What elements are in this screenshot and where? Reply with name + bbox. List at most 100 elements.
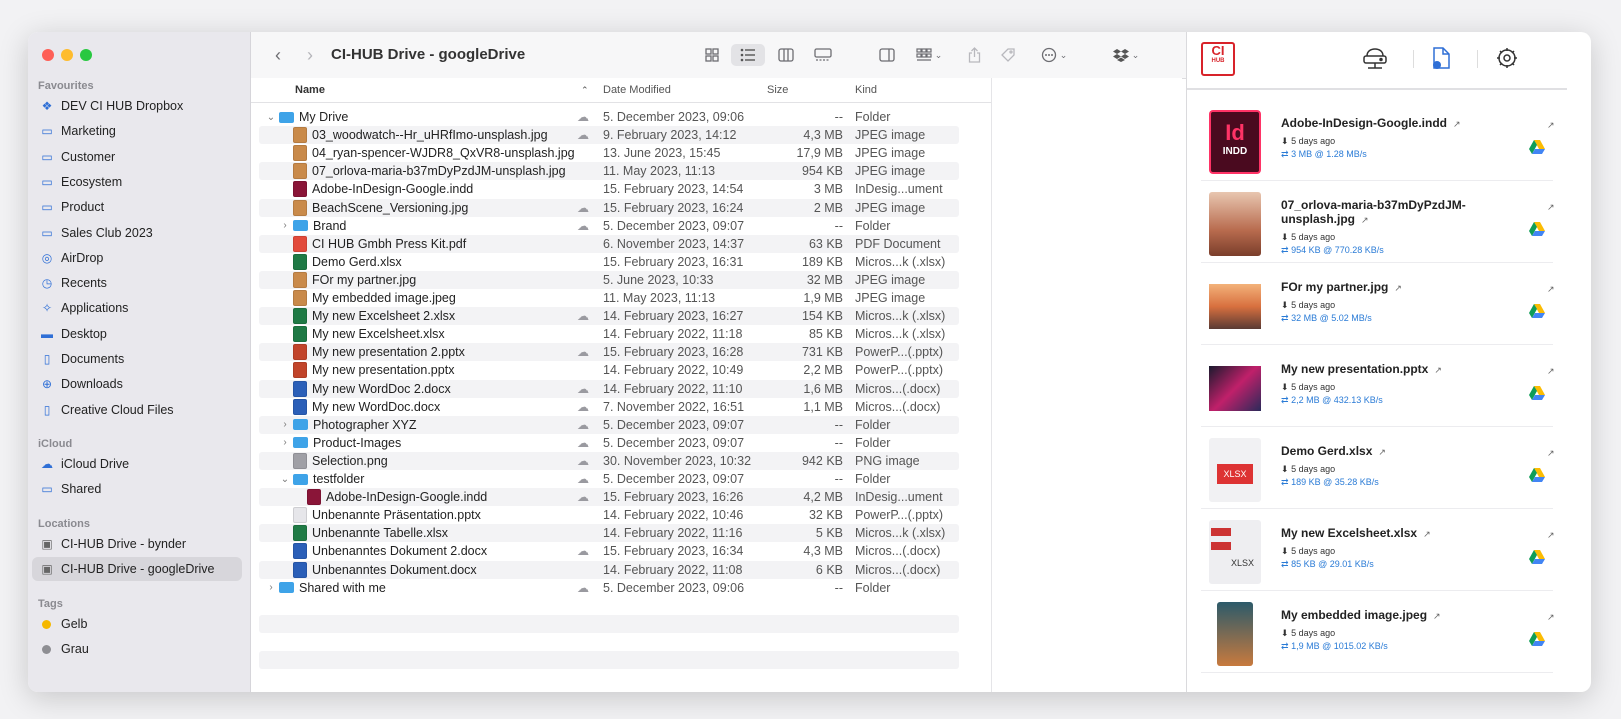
sidebar-item-customer[interactable]: ▭ Customer <box>32 145 242 169</box>
zoom-button[interactable] <box>80 49 92 61</box>
settings-button[interactable] <box>1493 44 1521 72</box>
table-row[interactable]: Unbenanntes Dokument.docx 14. February 2… <box>259 560 959 579</box>
sidebar-item-product[interactable]: ▭ Product <box>32 195 242 219</box>
external-link-icon[interactable]: ↗ <box>1547 612 1555 623</box>
chevron-down-icon[interactable]: ⌄ <box>265 112 277 123</box>
table-row[interactable]: CI HUB Gmbh Press Kit.pdf 6. November 20… <box>259 234 959 253</box>
google-drive-icon[interactable] <box>1529 550 1545 564</box>
minimize-button[interactable] <box>61 49 73 61</box>
external-link-icon[interactable]: ↗ <box>1547 530 1555 541</box>
asset-card[interactable]: FOr my partner.jpg ↗ ⬇ 5 days ago ⇄ 32 MB… <box>1201 266 1555 345</box>
table-row[interactable]: 03_woodwatch--Hr_uHRfImo-unsplash.jpg ☁ … <box>259 126 959 145</box>
sidebar-item-dev-ci-hub-dropbox[interactable]: ❖ DEV CI HUB Dropbox <box>32 94 242 118</box>
cloud-download-icon[interactable]: ☁ <box>577 418 589 432</box>
table-row[interactable]: My new WordDoc 2.docx ☁ 14. February 202… <box>259 379 959 398</box>
table-row[interactable]: My new presentation 2.pptx ☁ 15. Februar… <box>259 343 959 362</box>
external-link-icon[interactable]: ↗ <box>1394 283 1402 293</box>
google-drive-icon[interactable] <box>1529 468 1545 482</box>
column-kind-header[interactable]: Kind <box>855 84 877 96</box>
cloud-download-icon[interactable]: ☁ <box>577 472 589 486</box>
asset-title[interactable]: Adobe-InDesign-Google.indd ↗ <box>1281 116 1486 131</box>
forward-button[interactable]: › <box>299 44 321 66</box>
icon-view-button[interactable] <box>699 44 725 66</box>
asset-card[interactable]: My embedded image.jpeg ↗ ⬇ 5 days ago ⇄ 1… <box>1201 594 1555 673</box>
cloud-download-icon[interactable]: ☁ <box>577 219 589 233</box>
table-row[interactable]: Demo Gerd.xlsx 15. February 2023, 16:31 … <box>259 253 959 271</box>
cloud-download-icon[interactable]: ☁ <box>577 544 589 558</box>
cloud-download-icon[interactable]: ☁ <box>577 581 589 595</box>
asset-thumbnail[interactable]: XLSX <box>1209 520 1261 584</box>
sidebar-item-marketing[interactable]: ▭ Marketing <box>32 119 242 143</box>
table-row[interactable]: Unbenanntes Dokument 2.docx ☁ 15. Februa… <box>259 542 959 560</box>
asset-title[interactable]: 07_orlova-maria-b37mDyPzdJM-unsplash.jpg… <box>1281 198 1486 227</box>
sidebar-item-shared[interactable]: ▭ Shared <box>32 477 242 501</box>
sidebar-toggle-button[interactable] <box>875 44 899 66</box>
asset-title[interactable]: FOr my partner.jpg ↗ <box>1281 280 1486 295</box>
asset-card[interactable]: 07_orlova-maria-b37mDyPzdJM-unsplash.jpg… <box>1201 184 1555 263</box>
table-row[interactable]: › Shared with me ☁ 5. December 2023, 09:… <box>259 579 959 597</box>
google-drive-icon[interactable] <box>1529 140 1545 154</box>
sidebar-tag-grau[interactable]: Grau <box>32 637 242 661</box>
asset-thumbnail[interactable] <box>1209 274 1261 338</box>
close-button[interactable] <box>42 49 54 61</box>
table-row[interactable]: › Photographer XYZ ☁ 5. December 2023, 0… <box>259 415 959 434</box>
sidebar-item-recents[interactable]: ◷ Recents <box>32 271 242 295</box>
gallery-view-button[interactable] <box>809 44 837 66</box>
sidebar-item-applications[interactable]: ✧ Applications <box>32 296 242 320</box>
cloud-download-icon[interactable]: ☁ <box>577 454 589 468</box>
table-row[interactable]: ⌄ testfolder ☁ 5. December 2023, 09:07 -… <box>259 470 959 488</box>
chevron-right-icon[interactable]: › <box>279 437 291 448</box>
asset-thumbnail[interactable] <box>1209 356 1261 420</box>
table-row[interactable]: Adobe-InDesign-Google.indd 15. February … <box>259 180 959 198</box>
asset-title[interactable]: My new Excelsheet.xlsx ↗ <box>1281 526 1486 541</box>
external-link-icon[interactable]: ↗ <box>1547 120 1555 131</box>
asset-thumbnail[interactable]: Id INDD <box>1209 110 1261 174</box>
table-row[interactable]: Unbenannte Tabelle.xlsx 14. February 202… <box>259 524 959 543</box>
asset-card[interactable]: My new presentation.pptx ↗ ⬇ 5 days ago ⇄… <box>1201 348 1555 427</box>
table-row[interactable]: Selection.png ☁ 30. November 2023, 10:32… <box>259 451 959 470</box>
files-button[interactable] <box>1427 44 1455 72</box>
asset-title[interactable]: My embedded image.jpeg ↗ <box>1281 608 1486 623</box>
table-row[interactable]: My embedded image.jpeg 11. May 2023, 11:… <box>259 289 959 307</box>
external-link-icon[interactable]: ↗ <box>1378 447 1386 457</box>
sidebar-item-documents[interactable]: ▯ Documents <box>32 347 242 371</box>
asset-card[interactable]: XLSX Demo Gerd.xlsx ↗ ⬇ 5 days ago ⇄ 189 … <box>1201 430 1555 509</box>
external-link-icon[interactable]: ↗ <box>1547 448 1555 459</box>
google-drive-icon[interactable] <box>1529 386 1545 400</box>
sidebar-item-creative-cloud-files[interactable]: ▯ Creative Cloud Files <box>32 398 242 422</box>
column-date-header[interactable]: Date Modified <box>603 84 671 96</box>
asset-title[interactable]: My new presentation.pptx ↗ <box>1281 362 1486 377</box>
external-link-icon[interactable]: ↗ <box>1423 529 1431 539</box>
asset-thumbnail[interactable]: XLSX <box>1209 438 1261 502</box>
table-row[interactable]: BeachScene_Versioning.jpg ☁ 15. February… <box>259 198 959 217</box>
external-link-icon[interactable]: ↗ <box>1547 202 1555 213</box>
back-button[interactable]: ‹ <box>267 44 289 66</box>
share-button[interactable] <box>963 44 985 66</box>
more-actions-button[interactable]: ⌄ <box>1037 44 1071 66</box>
list-view-button[interactable] <box>731 44 765 66</box>
cloud-download-icon[interactable]: ☁ <box>577 382 589 396</box>
google-drive-icon[interactable] <box>1529 304 1545 318</box>
external-link-icon[interactable]: ↗ <box>1361 215 1369 225</box>
external-link-icon[interactable]: ↗ <box>1434 365 1442 375</box>
table-row[interactable]: Adobe-InDesign-Google.indd ☁ 15. Februar… <box>259 488 959 507</box>
google-drive-icon[interactable] <box>1529 632 1545 646</box>
table-row[interactable]: My new Excelsheet 2.xlsx ☁ 14. February … <box>259 307 959 326</box>
table-row[interactable]: FOr my partner.jpg 5. June 2023, 10:33 3… <box>259 270 959 289</box>
sidebar-item-ci-hub-drive-googledrive[interactable]: ▣ CI-HUB Drive - googleDrive <box>32 557 242 582</box>
sidebar-item-icloud-drive[interactable]: ☁ iCloud Drive <box>32 452 242 476</box>
table-row[interactable]: My new WordDoc.docx ☁ 7. November 2022, … <box>259 398 959 416</box>
tag-button[interactable] <box>997 44 1019 66</box>
table-row[interactable]: › Brand ☁ 5. December 2023, 09:07 -- Fol… <box>259 217 959 235</box>
google-drive-icon[interactable] <box>1529 222 1545 236</box>
column-name-header[interactable]: Name <box>295 84 325 96</box>
external-link-icon[interactable]: ↗ <box>1547 366 1555 377</box>
chevron-right-icon[interactable]: › <box>265 582 277 593</box>
table-row[interactable]: Unbenannte Präsentation.pptx 14. Februar… <box>259 506 959 524</box>
column-view-button[interactable] <box>773 44 799 66</box>
sidebar-tag-gelb[interactable]: Gelb <box>32 612 242 636</box>
sidebar-item-ecosystem[interactable]: ▭ Ecosystem <box>32 170 242 194</box>
cloud-download-icon[interactable]: ☁ <box>577 490 589 504</box>
sidebar-item-downloads[interactable]: ⊕ Downloads <box>32 372 242 396</box>
external-link-icon[interactable]: ↗ <box>1453 119 1461 129</box>
